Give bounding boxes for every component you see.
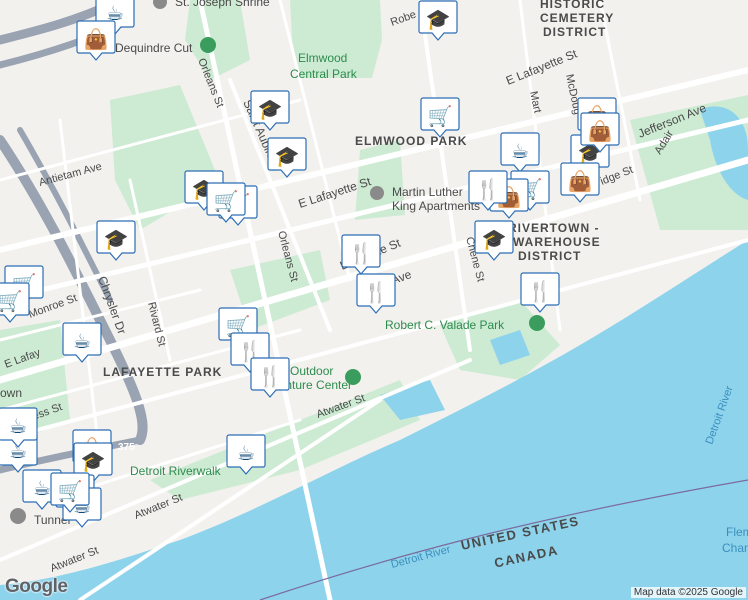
coffee-icon: ☕ — [237, 441, 255, 465]
school-icon: 🎓 — [426, 7, 451, 31]
park-label: Elmwood — [298, 51, 347, 65]
school-icon: 🎓 — [81, 449, 106, 473]
google-logo: Google — [5, 576, 68, 597]
school-icon: 🎓 — [482, 227, 507, 251]
grocery-cart-icon: 🛒 — [0, 289, 22, 313]
district-label: DISTRICT — [543, 25, 606, 39]
place-label: own — [0, 386, 22, 400]
grocery-cart-icon: 🛒 — [58, 479, 83, 503]
place-label: Dequindre Cut — [115, 41, 193, 55]
coffee-icon: ☕ — [511, 139, 529, 163]
park-marker-icon — [345, 369, 361, 385]
district-label: RIVERTOWN - — [508, 221, 599, 235]
restaurant-icon: 🍴 — [349, 241, 374, 265]
grocery-cart-icon: 🛒 — [428, 104, 453, 128]
shopping-bag-icon: 👜 — [84, 27, 109, 51]
place-marker-icon — [370, 186, 384, 200]
place-label: King Apartments — [392, 199, 480, 213]
district-label: ELMWOOD PARK — [355, 134, 467, 148]
restaurant-icon: 🍴 — [528, 279, 553, 303]
district-label: HISTORIC — [540, 0, 605, 11]
coffee-icon: ☕ — [9, 414, 27, 438]
place-marker-icon — [10, 508, 26, 524]
district-label: LAFAYETTE PARK — [103, 365, 222, 379]
map-canvas[interactable]: St. Joseph Shrine HISTORIC CEMETERY DIST… — [0, 0, 748, 600]
place-label: Outdoor — [290, 364, 333, 378]
district-label: WAREHOUSE — [513, 235, 601, 249]
restaurant-icon: 🍴 — [364, 280, 389, 304]
park-marker-icon — [529, 315, 545, 331]
coffee-icon: ☕ — [33, 476, 51, 500]
map-attribution[interactable]: Map data ©2025 Google — [630, 587, 746, 598]
place-label: Martin Luther — [392, 185, 463, 199]
place-label: Chan — [722, 541, 748, 555]
highway-shield-label: 375 — [118, 442, 135, 453]
park-label: Robert C. Valade Park — [385, 318, 505, 332]
shopping-bag-icon: 👜 — [568, 169, 593, 193]
place-label: Detroit Riverwalk — [130, 464, 222, 478]
place-label: Flem — [726, 525, 748, 539]
park-label: Central Park — [290, 67, 358, 81]
place-label: St. Joseph Shrine — [175, 0, 270, 9]
park-marker-icon — [200, 37, 216, 53]
district-label: DISTRICT — [518, 249, 581, 263]
school-icon: 🎓 — [104, 227, 129, 251]
shopping-bag-icon: 👜 — [588, 119, 613, 143]
school-icon: 🎓 — [258, 97, 283, 121]
restaurant-icon: 🍴 — [476, 177, 501, 201]
grocery-cart-icon: 🛒 — [214, 189, 239, 213]
restaurant-icon: 🍴 — [258, 364, 283, 388]
school-icon: 🎓 — [275, 144, 300, 168]
district-label: CEMETERY — [540, 11, 614, 25]
coffee-icon: ☕ — [73, 329, 91, 353]
